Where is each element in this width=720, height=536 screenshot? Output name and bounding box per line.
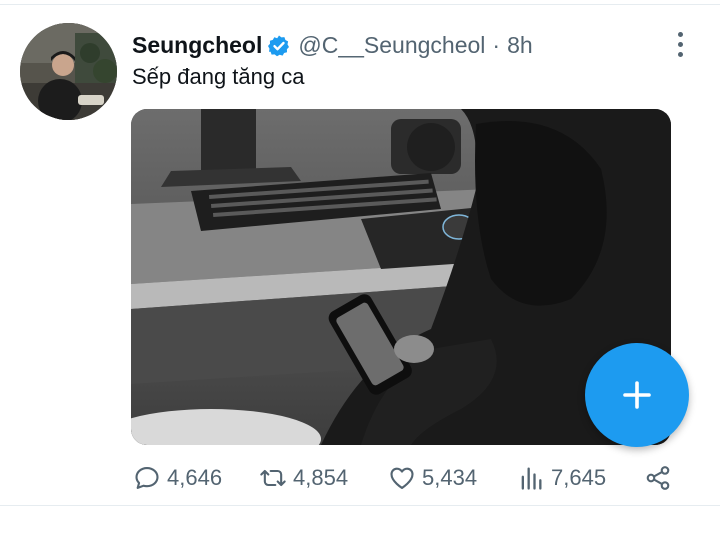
views-count: 7,645 [551,465,607,490]
avatar[interactable] [20,23,117,120]
reply-icon [135,467,159,489]
like-count: 5,434 [422,465,478,490]
reply-count: 4,646 [167,465,223,490]
verified-badge-icon [268,35,290,56]
share-icon [646,466,670,490]
retweet-icon [260,469,286,487]
share-button[interactable] [644,458,672,498]
tweet-time[interactable]: 8h [507,32,533,59]
bottom-divider [0,505,720,506]
user-handle[interactable]: @C__Seungcheol [298,32,485,59]
display-name[interactable]: Seungcheol [132,32,262,59]
plus-icon [623,381,651,409]
more-vertical-icon[interactable] [671,26,689,62]
time-separator: · [492,32,501,58]
like-button[interactable]: 5,434 [388,458,477,498]
tweet-text: Sếp đang tăng ca [132,64,305,89]
views-button[interactable]: 7,645 [517,458,606,498]
retweet-button[interactable]: 4,854 [259,458,348,498]
heart-icon [390,467,414,489]
reply-button[interactable]: 4,646 [133,458,222,498]
compose-tweet-button[interactable] [585,343,689,447]
views-bar-chart-icon [521,467,542,490]
tweet-actions: 4,646 4,854 5,434 7,645 [133,458,678,498]
top-divider [0,4,720,5]
retweet-count: 4,854 [293,465,349,490]
tweet-header: Seungcheol @C__Seungcheol · 8h [132,32,533,59]
